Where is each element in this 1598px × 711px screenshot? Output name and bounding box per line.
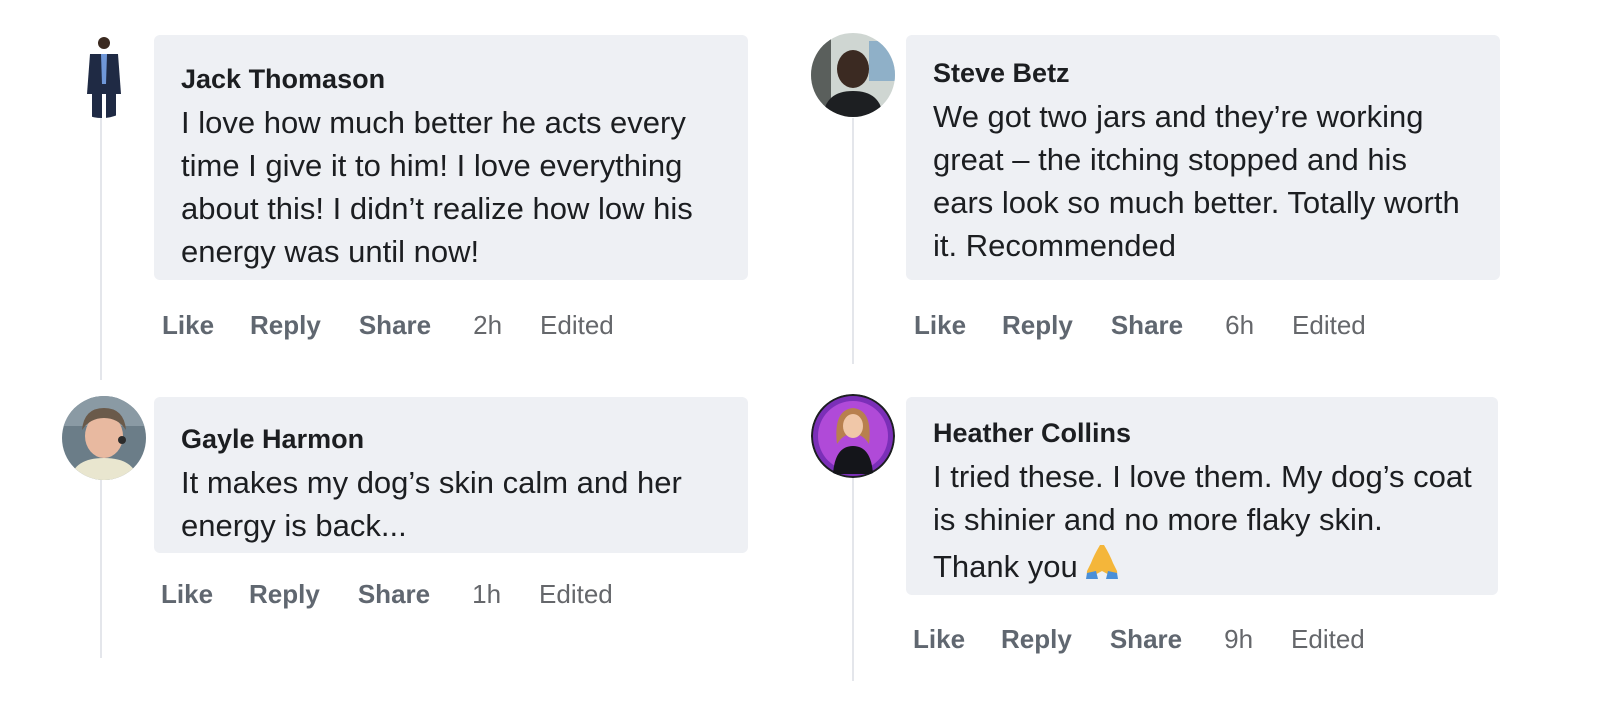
avatar[interactable] [60, 34, 144, 118]
edited-label: Edited [539, 579, 613, 609]
avatar[interactable] [62, 396, 146, 480]
share-button[interactable]: Share [1111, 310, 1183, 341]
avatar[interactable] [811, 394, 895, 478]
comment-bubble: Gayle Harmon It makes my dog’s skin calm… [154, 397, 748, 553]
like-button[interactable]: Like [914, 310, 966, 341]
share-button[interactable]: Share [359, 310, 431, 341]
comment-actions: Like Reply Share 2h Edited [162, 310, 614, 341]
comment-timestamp[interactable]: 2h [473, 310, 502, 341]
comment-timestamp[interactable]: 6h [1225, 310, 1254, 341]
comment-bubble: Steve Betz We got two jars and they’re w… [906, 35, 1500, 280]
comment-bubble: Jack Thomason I love how much better he … [154, 35, 748, 280]
reply-button[interactable]: Reply [1002, 310, 1073, 341]
thread-line [100, 118, 102, 380]
edited-label: Edited [1292, 310, 1366, 340]
edited-label: Edited [540, 310, 614, 340]
comment-text: It makes my dog’s skin calm and her ener… [181, 465, 682, 543]
comment-author[interactable]: Jack Thomason [181, 61, 722, 97]
comment-text: We got two jars and they’re working grea… [933, 99, 1460, 263]
comment-text: I love how much better he acts every tim… [181, 105, 693, 269]
comment-actions: Like Reply Share 1h Edited [161, 579, 613, 610]
thread-line [100, 480, 102, 658]
comment-text: I tried these. I love them. My dog’s coa… [933, 455, 1472, 592]
reply-button[interactable]: Reply [250, 310, 321, 341]
edited-label: Edited [1291, 624, 1365, 654]
comment-author[interactable]: Heather Collins [933, 415, 1472, 451]
reply-button[interactable]: Reply [249, 579, 320, 610]
comment-bubble: Heather Collins I tried these. I love th… [906, 397, 1498, 595]
reply-button[interactable]: Reply [1001, 624, 1072, 655]
like-button[interactable]: Like [913, 624, 965, 655]
comment-actions: Like Reply Share 6h Edited [914, 310, 1366, 341]
comment-actions: Like Reply Share 9h Edited [913, 624, 1365, 655]
avatar[interactable] [811, 33, 895, 117]
like-button[interactable]: Like [161, 579, 213, 610]
thread-line [852, 118, 854, 364]
thread-line [852, 478, 854, 681]
comment-timestamp[interactable]: 1h [472, 579, 501, 610]
comment-author[interactable]: Gayle Harmon [181, 421, 722, 457]
share-button[interactable]: Share [1110, 624, 1182, 655]
folded-hands-icon [1082, 541, 1122, 592]
comment-text-content: I tried these. I love them. My dog’s coa… [933, 459, 1472, 584]
like-button[interactable]: Like [162, 310, 214, 341]
share-button[interactable]: Share [358, 579, 430, 610]
comment-author[interactable]: Steve Betz [933, 55, 1474, 91]
comment-timestamp[interactable]: 9h [1224, 624, 1253, 655]
